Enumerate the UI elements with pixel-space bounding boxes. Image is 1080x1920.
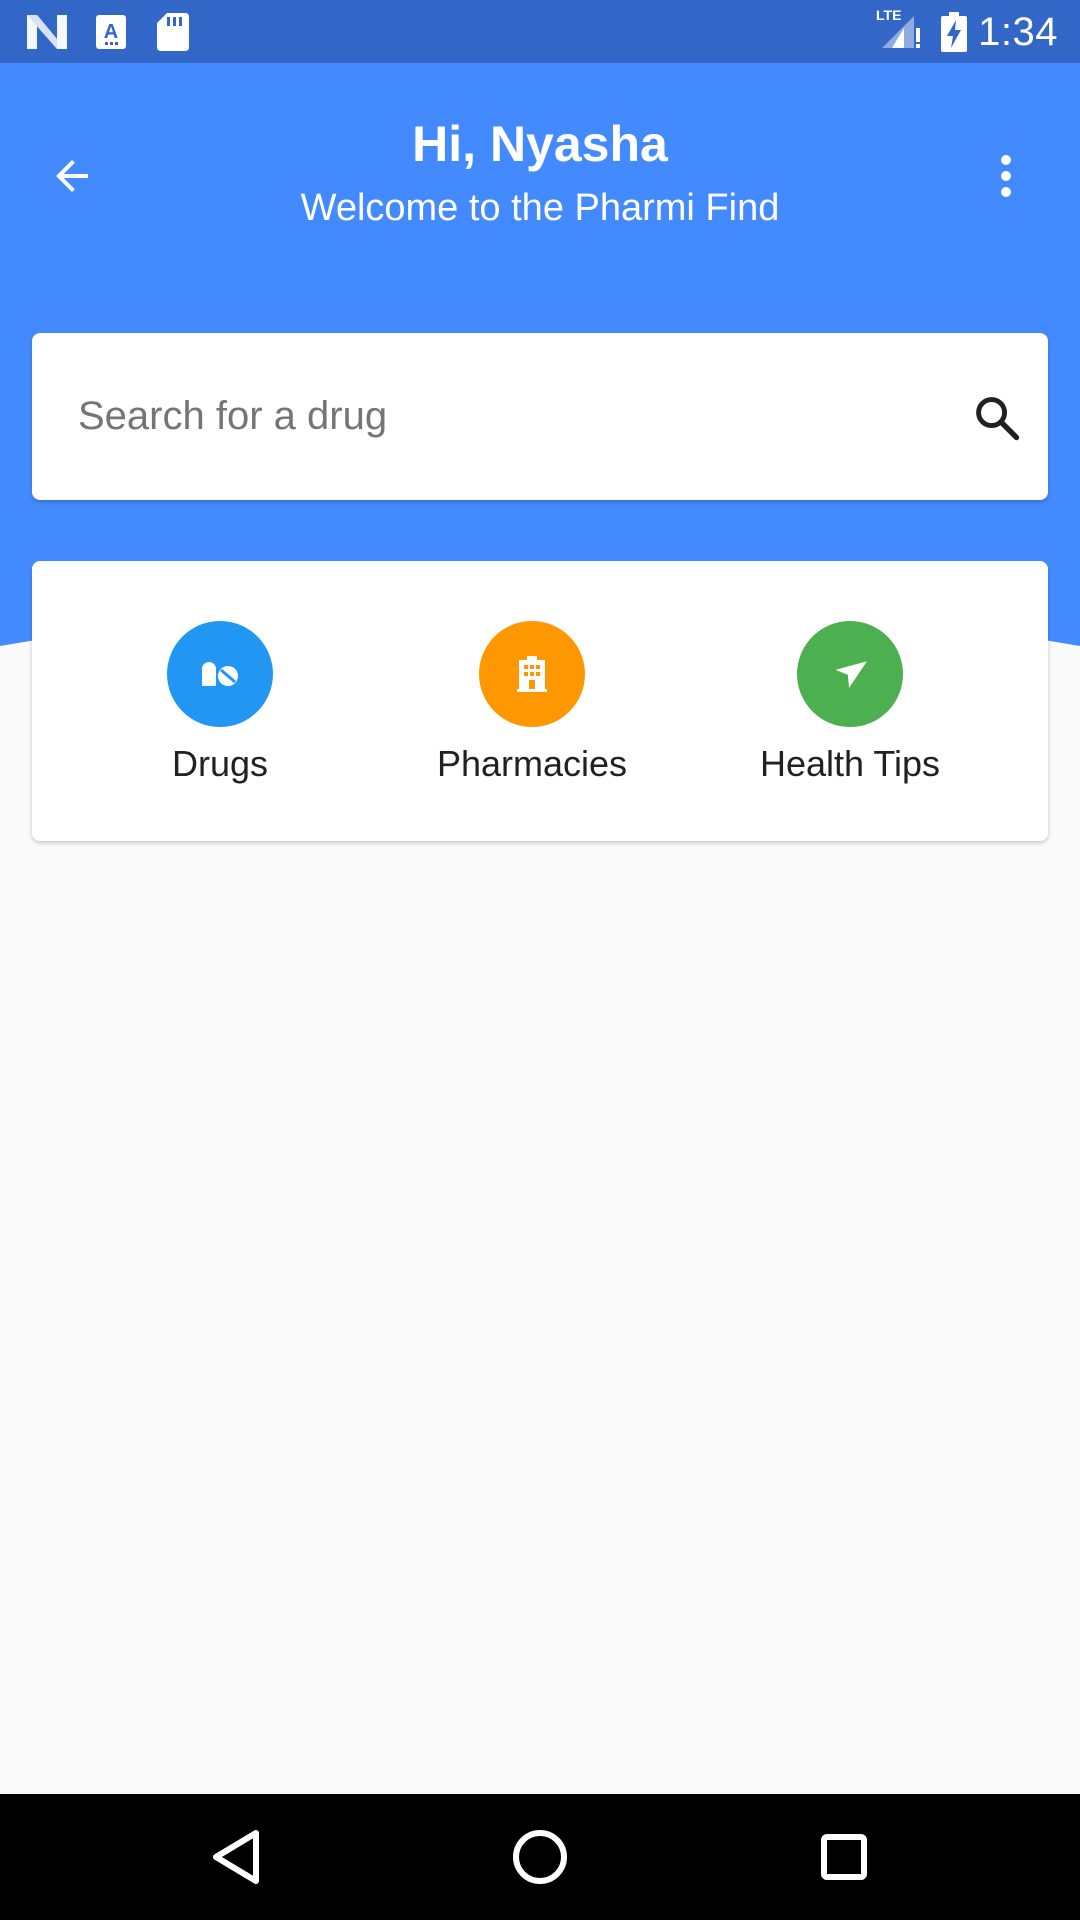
status-time: 1:34 — [978, 10, 1058, 54]
overflow-menu-button[interactable] — [970, 140, 1042, 212]
n-notification-icon — [26, 12, 68, 52]
nav-back-button[interactable] — [196, 1817, 276, 1897]
category-health-tips[interactable]: Health Tips — [712, 561, 988, 841]
health-tips-icon-circle — [797, 621, 903, 727]
category-drugs-label: Drugs — [171, 743, 269, 784]
signal-lte-icon: LTE — [874, 7, 922, 48]
sd-card-icon — [156, 12, 190, 52]
nav-recents-button[interactable] — [804, 1817, 884, 1897]
status-bar: A LTE 1:34 — [0, 0, 1080, 63]
font-a-icon: A — [94, 12, 128, 52]
network-label: LTE — [876, 7, 901, 23]
more-vert-icon — [1001, 155, 1011, 197]
building-icon — [517, 656, 547, 692]
categories-card: Drugs Pharmacies Health Tips — [32, 561, 1048, 841]
category-pharmacies[interactable]: Pharmacies — [397, 561, 667, 841]
home-circle-icon — [513, 1830, 567, 1884]
search-icon — [976, 397, 1020, 441]
navigation-bar — [0, 1794, 1080, 1920]
navigation-arrow-icon — [835, 661, 867, 689]
search-button[interactable] — [962, 383, 1032, 453]
back-triangle-icon — [213, 1830, 259, 1884]
battery-charging-icon — [940, 12, 968, 52]
category-health-tips-label: Health Tips — [759, 743, 941, 784]
search-input[interactable] — [78, 383, 938, 449]
nav-home-button[interactable] — [500, 1817, 580, 1897]
drugs-icon-circle — [167, 621, 273, 727]
pills-icon — [202, 662, 238, 686]
category-pharmacies-label: Pharmacies — [436, 743, 628, 784]
category-drugs[interactable]: Drugs — [115, 561, 325, 841]
svg-text:A: A — [104, 21, 118, 43]
welcome-subtitle: Welcome to the Pharmi Find — [300, 187, 780, 229]
search-card — [32, 333, 1048, 500]
greeting-title: Hi, Nyasha — [412, 116, 668, 172]
pharmacies-icon-circle — [479, 621, 585, 727]
recents-square-icon — [821, 1834, 867, 1880]
